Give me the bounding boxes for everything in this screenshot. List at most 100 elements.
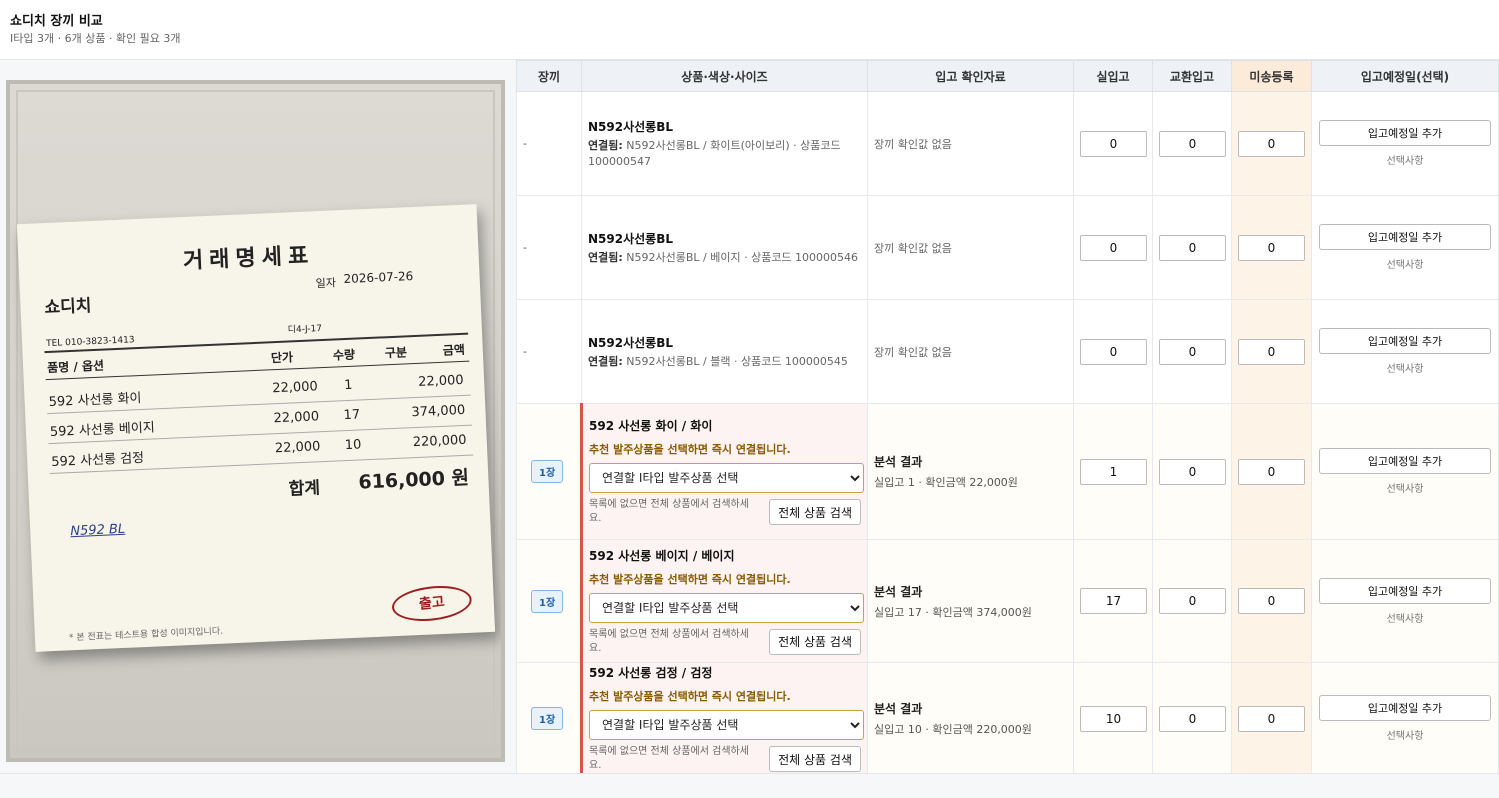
receipt-handwritten-note: N592 BL — [70, 521, 126, 540]
slip-empty: - — [523, 345, 527, 358]
page-subtitle: I타입 3개 · 6개 상품 · 확인 필요 3개 — [10, 32, 181, 45]
search-all-products-button[interactable]: 전체 상품 검색 — [769, 746, 861, 772]
actual-input[interactable] — [1080, 234, 1147, 261]
product-cell: N592사선롱BL 연결됨: N592사선롱BL / 베이지 · 상품코드 10… — [581, 195, 868, 300]
unsent-input[interactable] — [1238, 458, 1305, 485]
linked-detail: N592사선롱BL / 화이트(아이보리) · 상품코드 100000547 — [588, 138, 841, 168]
receipt-item-qty: 10 — [344, 437, 362, 454]
optional-label: 선택사항 — [1386, 156, 1424, 167]
slip-count-badge[interactable]: 1장 — [531, 707, 564, 730]
receipt-date: 2026-07-26 — [343, 269, 414, 287]
unsent-input[interactable] — [1238, 588, 1305, 614]
product-cell: 592 사선롱 화이 / 화이 추천 발주상품을 선택하면 즉시 연결됩니다. … — [580, 403, 868, 540]
receipt-item-amount: 220,000 — [412, 432, 467, 451]
add-schedule-button[interactable]: 입고예정일 추가 — [1319, 448, 1491, 474]
col-header-unsent: 미송등록 — [1231, 60, 1312, 92]
col-header-exchange: 교환입고 — [1152, 60, 1232, 92]
receipt-item-price: 22,000 — [271, 379, 319, 397]
table-row: - N592사선롱BL 연결됨: N592사선롱BL / 블랙 · 상품코드 1… — [516, 299, 1499, 404]
product-name: N592사선롱BL — [588, 335, 674, 350]
receipt-header-price: 단가 — [270, 350, 294, 366]
analysis-detail: 실입고 1 · 확인금액 22,000원 — [874, 476, 1018, 489]
linked-product: 연결됨: N592사선롱BL / 베이지 · 상품코드 100000546 — [588, 250, 861, 266]
analysis-detail: 실입고 10 · 확인금액 220,000원 — [874, 723, 1032, 736]
linked-detail: N592사선롱BL / 베이지 · 상품코드 100000546 — [626, 250, 859, 264]
search-all-products-button[interactable]: 전체 상품 검색 — [769, 628, 861, 655]
slip-count-badge[interactable]: 1장 — [531, 589, 564, 613]
page-header: 쇼디치 장끼 비교 I타입 3개 · 6개 상품 · 확인 필요 3개 — [0, 0, 1499, 60]
col-header-schedule: 입고예정일(선택) — [1311, 60, 1499, 92]
receipt-item-price: 22,000 — [274, 439, 321, 457]
exchange-input[interactable] — [1159, 130, 1226, 157]
analysis-title: 분석 결과 — [874, 584, 923, 599]
product-cell: N592사선롱BL 연결됨: N592사선롱BL / 화이트(아이보리) · 상… — [581, 91, 868, 196]
receipt-item-price: 22,000 — [273, 409, 320, 427]
product-cell: N592사선롱BL 연결됨: N592사선롱BL / 블랙 · 상품코드 100… — [581, 299, 868, 404]
order-product-select[interactable]: 연결할 I타입 발주상품 선택 — [589, 463, 864, 493]
compare-table: 장끼 상품·색상·사이즈 입고 확인자료 실입고 교환입고 미송등록 입고예정일… — [516, 60, 1499, 775]
unsent-input[interactable] — [1238, 338, 1305, 365]
receipt-date-label: 일자 — [315, 276, 337, 291]
add-schedule-button[interactable]: 입고예정일 추가 — [1319, 328, 1491, 354]
add-schedule-button[interactable]: 입고예정일 추가 — [1319, 695, 1491, 721]
slip-empty: - — [523, 137, 527, 150]
search-all-products-button[interactable]: 전체 상품 검색 — [769, 499, 861, 525]
add-schedule-button[interactable]: 입고예정일 추가 — [1319, 120, 1491, 146]
receipt-header-amount: 금액 — [442, 342, 466, 358]
product-name: 592 사선롱 화이 / 화이 — [589, 419, 713, 433]
actual-input[interactable] — [1080, 705, 1147, 732]
receipt-item-name: 592 사선롱 검정 — [50, 450, 145, 470]
optional-label: 선택사항 — [1386, 484, 1424, 495]
actual-input[interactable] — [1080, 588, 1147, 614]
exchange-input[interactable] — [1159, 338, 1226, 365]
unsent-input[interactable] — [1238, 705, 1305, 732]
recommend-hint: 추천 발주상품을 선택하면 즉시 연결됩니다. — [589, 443, 791, 456]
receipt-code: 디4-J-17 — [287, 324, 323, 336]
search-row: 목록에 없으면 전체 상품에서 검색하세요. 전체 상품 검색 — [589, 498, 861, 526]
product-name: N592사선롱BL — [588, 231, 674, 246]
add-schedule-button[interactable]: 입고예정일 추가 — [1319, 224, 1491, 250]
actual-input[interactable] — [1080, 338, 1147, 365]
receipt-header-item: 품명 / 옵션 — [46, 358, 105, 376]
optional-label: 선택사항 — [1386, 364, 1424, 375]
search-hint: 목록에 없으면 전체 상품에서 검색하세요. — [589, 746, 749, 771]
actual-input[interactable] — [1080, 130, 1147, 157]
analysis-title: 분석 결과 — [874, 702, 923, 716]
unsent-input[interactable] — [1238, 234, 1305, 261]
receipt-item-amount: 22,000 — [417, 372, 464, 390]
order-product-select[interactable]: 연결할 I타입 발주상품 선택 — [589, 592, 864, 623]
exchange-input[interactable] — [1159, 705, 1226, 732]
table-row: - N592사선롱BL 연결됨: N592사선롱BL / 화이트(아이보리) ·… — [516, 91, 1499, 196]
unsent-input[interactable] — [1238, 130, 1305, 157]
slip-empty: - — [523, 241, 527, 254]
receipt-item-amount: 374,000 — [411, 402, 466, 421]
optional-label: 선택사항 — [1386, 613, 1424, 625]
table-row-needs-review: 1장 592 사선롱 화이 / 화이 추천 발주상품을 선택하면 즉시 연결됩니… — [516, 403, 1499, 540]
slip-count-badge[interactable]: 1장 — [531, 460, 564, 483]
slip-photo[interactable]: 거래명세표 쇼디치 일자 2026-07-26 TEL 010-3823-141… — [6, 80, 505, 762]
table-header-row: 장끼 상품·색상·사이즈 입고 확인자료 실입고 교환입고 미송등록 입고예정일… — [516, 60, 1499, 92]
order-product-select[interactable]: 연결할 I타입 발주상품 선택 — [589, 710, 864, 740]
linked-detail: N592사선롱BL / 블랙 · 상품코드 100000545 — [626, 354, 848, 368]
receipt-item-name: 592 사선롱 화이 — [48, 390, 142, 411]
exchange-input[interactable] — [1159, 458, 1226, 485]
receipt-shop: 쇼디치 — [44, 296, 92, 319]
receipt-item-qty: 17 — [343, 407, 361, 424]
no-slip-value: 장끼 확인값 없음 — [874, 241, 952, 255]
product-cell: 592 사선롱 베이지 / 베이지 추천 발주상품을 선택하면 즉시 연결됩니다… — [580, 539, 868, 663]
search-hint: 목록에 없으면 전체 상품에서 검색하세요. — [589, 499, 749, 524]
receipt-total: 616,000 원 — [357, 466, 470, 494]
linked-label: 연결됨: — [588, 138, 623, 152]
exchange-input[interactable] — [1159, 588, 1226, 614]
exchange-input[interactable] — [1159, 234, 1226, 261]
add-schedule-button[interactable]: 입고예정일 추가 — [1319, 577, 1491, 604]
table-row-needs-review: 1장 592 사선롱 베이지 / 베이지 추천 발주상품을 선택하면 즉시 연결… — [516, 539, 1499, 663]
linked-label: 연결됨: — [588, 250, 623, 264]
page-title: 쇼디치 장끼 비교 — [10, 14, 103, 29]
col-header-product: 상품·색상·사이즈 — [581, 60, 868, 92]
no-slip-value: 장끼 확인값 없음 — [874, 345, 952, 359]
linked-product: 연결됨: N592사선롱BL / 화이트(아이보리) · 상품코드 100000… — [588, 138, 861, 170]
receipt-header-type: 구분 — [384, 345, 408, 361]
actual-input[interactable] — [1080, 458, 1147, 485]
search-row: 목록에 없으면 전체 상품에서 검색하세요. 전체 상품 검색 — [589, 628, 861, 656]
